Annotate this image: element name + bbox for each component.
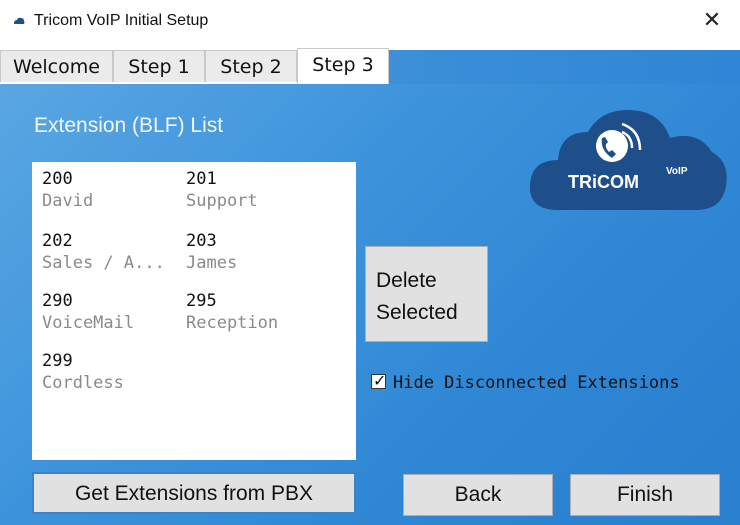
list-item[interactable]: 202 Sales / A... (42, 230, 172, 274)
extension-number: 290 (42, 291, 73, 311)
list-item[interactable]: 203 James (186, 230, 316, 274)
close-button[interactable]: ✕ (698, 6, 726, 36)
delete-label-line-2: Selected (376, 301, 458, 324)
extension-number: 202 (42, 231, 73, 251)
check-icon: ✓ (373, 371, 387, 390)
extension-number: 200 (42, 169, 73, 189)
tab-welcome[interactable]: Welcome (0, 50, 113, 82)
logo-brand-text: TRiCOM (568, 172, 639, 192)
section-title: Extension (BLF) List (34, 114, 224, 137)
logo-superscript-text: VoIP (666, 166, 688, 177)
tab-step-1[interactable]: Step 1 (113, 50, 205, 82)
extension-name: VoiceMail (42, 313, 135, 333)
extension-name: Support (186, 191, 258, 211)
tab-strip: Welcome Step 1 Step 2 Step 3 (0, 48, 740, 84)
extension-number: 203 (186, 231, 217, 251)
step-3-panel: Extension (BLF) List 200 David 201 Suppo… (0, 84, 740, 525)
list-item[interactable]: 290 VoiceMail (42, 290, 172, 334)
delete-selected-button[interactable]: Delete Selected (365, 246, 488, 342)
list-item[interactable]: 295 Reception (186, 290, 316, 334)
tab-strip-fill (389, 50, 740, 84)
tab-step-3[interactable]: Step 3 (297, 48, 389, 84)
extension-name: Cordless (42, 373, 124, 393)
back-button[interactable]: Back (403, 474, 553, 516)
extension-number: 295 (186, 291, 217, 311)
get-extensions-button[interactable]: Get Extensions from PBX (32, 472, 356, 514)
delete-label-line-1: Delete (376, 269, 437, 292)
hide-disconnected-label: Hide Disconnected Extensions (393, 373, 680, 393)
extension-name: David (42, 191, 94, 211)
list-item[interactable]: 299 Cordless (42, 350, 172, 394)
close-icon: ✕ (702, 8, 722, 33)
extension-list[interactable]: 200 David 201 Support 202 Sales / A... 2… (32, 162, 356, 460)
extension-number: 201 (186, 169, 217, 189)
list-item[interactable]: 201 Support (186, 168, 316, 212)
title-bar: Tricom VoIP Initial Setup ✕ (0, 0, 740, 46)
hide-disconnected-checkbox[interactable]: ✓ (371, 371, 387, 390)
tricom-logo: TRiCOM VoIP (529, 110, 727, 210)
window-title: Tricom VoIP Initial Setup (34, 12, 209, 29)
extension-number: 299 (42, 351, 73, 371)
tab-step-2[interactable]: Step 2 (205, 50, 297, 82)
extension-name: Sales / A... (42, 253, 165, 273)
app-icon (14, 17, 25, 24)
finish-button[interactable]: Finish (570, 474, 720, 516)
extension-name: Reception (186, 313, 279, 333)
extension-name: James (186, 253, 238, 273)
list-item[interactable]: 200 David (42, 168, 172, 212)
